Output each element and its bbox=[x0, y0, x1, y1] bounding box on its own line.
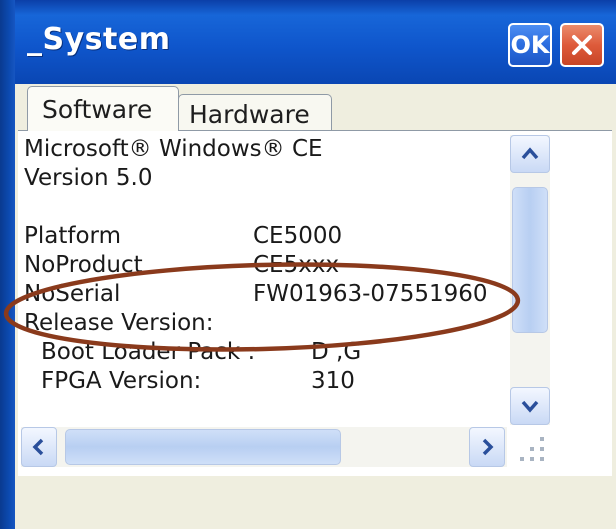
release-version-label: Release Version: bbox=[24, 310, 214, 336]
title-bar: _System OK bbox=[15, 0, 616, 84]
scroll-down-button[interactable] bbox=[510, 387, 550, 425]
info-text: Microsoft® Windows® CE Version 5.0 Platf… bbox=[24, 135, 494, 396]
dialog-client-area: Hardware Software Microsoft® Windows® CE… bbox=[15, 84, 616, 529]
platform-value: CE5000 bbox=[253, 223, 343, 249]
info-row-bootloader: Boot Loader Pack : D ,G bbox=[24, 338, 494, 367]
platform-label: Platform bbox=[24, 223, 121, 249]
scroll-left-button[interactable] bbox=[21, 427, 57, 467]
os-version-line: Version 5.0 bbox=[24, 165, 153, 191]
info-row-fpga: FPGA Version: 310 bbox=[24, 367, 494, 396]
bootloader-label: Boot Loader Pack : bbox=[41, 339, 256, 365]
scroll-up-button[interactable] bbox=[510, 135, 550, 173]
close-button[interactable] bbox=[560, 23, 604, 67]
horizontal-scrollbar[interactable] bbox=[21, 427, 507, 467]
chevron-down-icon bbox=[521, 400, 539, 413]
tab-hardware[interactable]: Hardware bbox=[178, 94, 332, 131]
software-info-panel: Microsoft® Windows® CE Version 5.0 Platf… bbox=[18, 130, 612, 476]
fpga-value: 310 bbox=[311, 368, 355, 394]
noserial-label: NoSerial bbox=[24, 281, 121, 307]
scroll-right-button[interactable] bbox=[469, 427, 505, 467]
info-row-platform: Platform CE5000 bbox=[24, 222, 494, 251]
window-left-border bbox=[0, 0, 15, 529]
chevron-up-icon bbox=[521, 147, 539, 160]
info-row-noserial: NoSerial FW01963-07551960 bbox=[24, 280, 494, 309]
vertical-scrollbar[interactable] bbox=[510, 135, 550, 425]
ok-button[interactable]: OK bbox=[508, 23, 552, 67]
chevron-right-icon bbox=[482, 438, 494, 456]
noserial-value: FW01963-07551960 bbox=[253, 281, 488, 307]
os-name-line: Microsoft® Windows® CE bbox=[24, 136, 323, 162]
noproduct-value: CE5xxx bbox=[253, 252, 340, 278]
fpga-label: FPGA Version: bbox=[41, 368, 202, 394]
info-row-noproduct: NoProduct CE5xxx bbox=[24, 251, 494, 280]
noproduct-label: NoProduct bbox=[24, 252, 143, 278]
vertical-scroll-thumb[interactable] bbox=[512, 187, 548, 333]
bootloader-value: D ,G bbox=[311, 339, 362, 365]
resize-grip-icon[interactable] bbox=[514, 431, 550, 467]
horizontal-scroll-thumb[interactable] bbox=[65, 429, 341, 465]
close-icon bbox=[572, 35, 592, 55]
window-title: _System bbox=[27, 22, 171, 57]
chevron-left-icon bbox=[32, 438, 44, 456]
tab-software[interactable]: Software bbox=[27, 86, 179, 131]
